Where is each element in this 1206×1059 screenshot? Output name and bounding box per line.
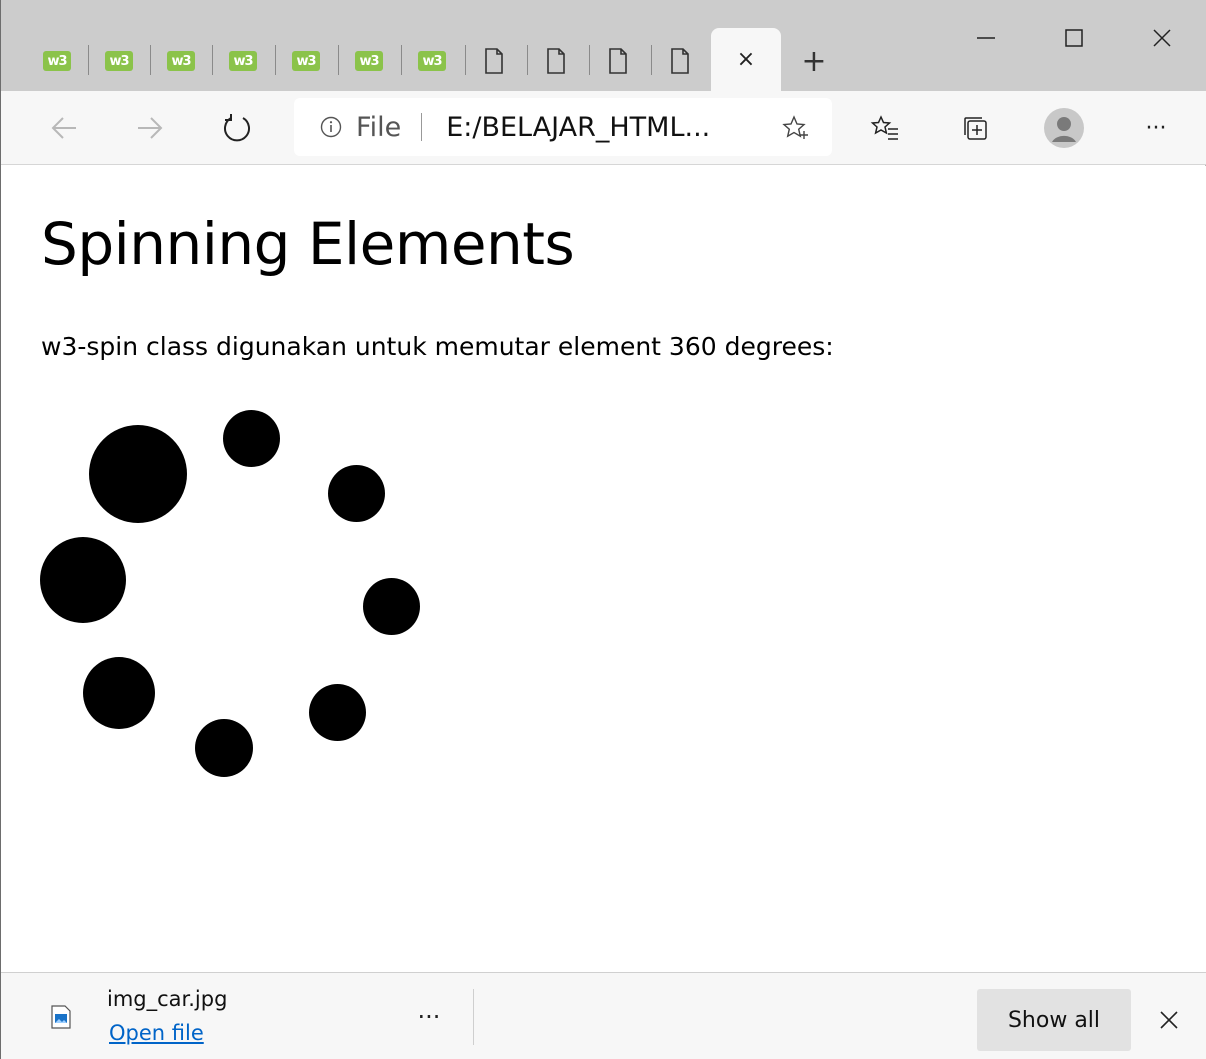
tab-w3-5[interactable]: w3 [283,40,329,82]
spinner-dot [223,410,280,467]
download-bar: img_car.jpg Open file ··· Show all [1,972,1206,1059]
tab-divider [401,45,402,75]
browser-window: w3 w3 w3 w3 w3 w3 w3 × + File E:/BELAJAR… [0,0,1206,1059]
forward-button[interactable] [127,105,173,151]
forward-icon [138,117,163,139]
tab-w3-6[interactable]: w3 [346,40,392,82]
browser-toolbar: File E:/BELAJAR_HTML... ··· [1,91,1206,165]
tab-divider [150,45,151,75]
tab-document-3[interactable] [595,40,641,82]
tab-divider [589,45,590,75]
tab-active[interactable]: × [711,28,781,91]
address-scheme-label: File [356,111,402,143]
tab-w3-2[interactable]: w3 [96,40,142,82]
tab-divider [465,45,466,75]
tab-w3-7[interactable]: w3 [409,40,455,82]
document-icon [609,48,627,74]
spinner-dot [363,578,420,635]
tab-document-2[interactable] [533,40,579,82]
close-download-bar-button[interactable] [1146,997,1192,1043]
show-all-button[interactable]: Show all [977,989,1131,1051]
tab-divider [338,45,339,75]
minimize-button[interactable] [963,18,1009,58]
favorite-star-icon[interactable] [782,114,810,142]
profile-button[interactable] [1041,105,1087,151]
w3-icon: w3 [167,51,195,71]
maximize-button[interactable] [1051,18,1097,58]
address-url[interactable]: E:/BELAJAR_HTML... [446,112,710,143]
image-file-icon [51,1005,71,1029]
spinner-dot [328,465,385,522]
download-file-name: img_car.jpg [107,987,228,1011]
document-icon [671,48,689,74]
close-icon [1160,1011,1178,1029]
favorites-list-icon [870,115,898,140]
new-tab-button[interactable]: + [791,38,837,84]
tab-divider [88,45,89,75]
w3-icon: w3 [43,51,71,71]
back-button[interactable] [41,105,87,151]
tab-document-4[interactable] [657,40,703,82]
more-icon: ··· [1145,115,1167,141]
info-icon[interactable] [320,116,342,138]
more-menu-button[interactable]: ··· [1133,105,1179,151]
spinner-dot [83,657,155,729]
profile-avatar-icon [1044,108,1084,148]
collections-icon [964,117,987,140]
favorites-button[interactable] [862,105,908,151]
tab-divider [651,45,652,75]
collections-button[interactable] [952,105,998,151]
download-more-button[interactable]: ··· [406,997,452,1037]
maximize-icon [1065,29,1083,47]
w3-icon: w3 [229,51,257,71]
page-content: Spinning Elements w3-spin class digunaka… [1,166,1206,972]
spinner-graphic [1,166,501,972]
tab-w3-3[interactable]: w3 [158,40,204,82]
refresh-icon [224,114,250,142]
spinner-dot [195,719,253,777]
close-window-button[interactable] [1139,18,1185,58]
w3-icon: w3 [355,51,383,71]
w3-icon: w3 [418,51,446,71]
address-divider [421,113,423,141]
back-icon [51,117,76,139]
address-bar[interactable]: File E:/BELAJAR_HTML... [294,98,832,156]
spinner-dot [309,684,366,741]
minimize-icon [977,37,995,39]
spinner-dot [40,537,126,623]
tab-w3-4[interactable]: w3 [220,40,266,82]
tab-divider [527,45,528,75]
tab-divider [275,45,276,75]
tab-strip: w3 w3 w3 w3 w3 w3 w3 × + [1,0,1206,91]
open-file-link[interactable]: Open file [109,1021,204,1045]
document-icon [547,48,565,74]
tab-w3-1[interactable]: w3 [34,40,80,82]
w3-icon: w3 [292,51,320,71]
tab-document-1[interactable] [471,40,517,82]
close-tab-icon[interactable]: × [737,47,755,72]
download-divider [473,989,474,1045]
refresh-button[interactable] [214,105,260,151]
close-icon [1153,29,1171,47]
w3-icon: w3 [105,51,133,71]
spinner-dot [89,425,187,523]
tab-divider [212,45,213,75]
document-icon [485,48,503,74]
